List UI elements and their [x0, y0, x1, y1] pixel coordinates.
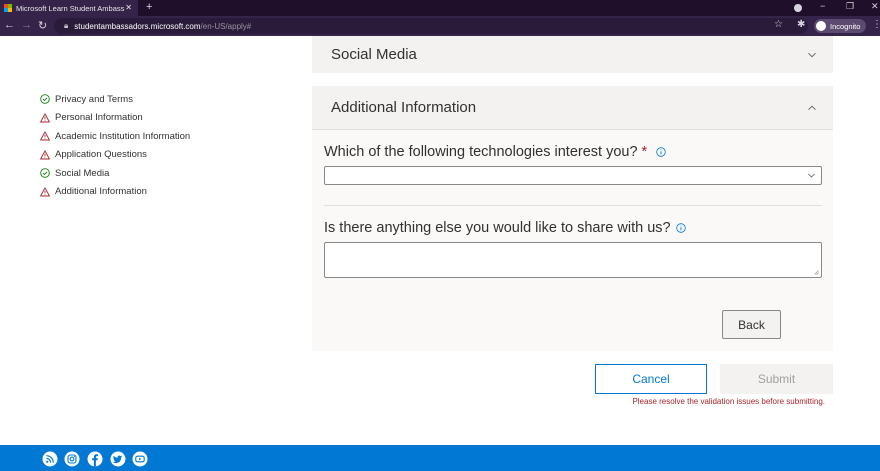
browser-tab[interactable]: Microsoft Learn Student Ambass ✕ — [0, 0, 138, 16]
browser-menu-icon[interactable]: ⋮ — [872, 19, 880, 30]
facebook-icon[interactable] — [87, 451, 103, 467]
bookmark-star-icon[interactable]: ☆ — [774, 19, 783, 30]
step-label: Privacy and Terms — [55, 93, 133, 105]
microsoft-logo-icon — [4, 4, 12, 12]
divider — [324, 205, 822, 206]
step-social-media[interactable]: Social Media — [40, 164, 190, 183]
info-icon[interactable] — [656, 147, 666, 157]
window-close-icon[interactable]: ✕ — [871, 1, 879, 12]
browser-tabstrip: Microsoft Learn Student Ambass ✕ + − ❐ ✕ — [0, 0, 880, 16]
lock-icon: 🔒︎ — [64, 21, 69, 30]
instagram-icon[interactable] — [64, 451, 80, 467]
url-path: /en-US/apply# — [200, 21, 252, 31]
warning-icon — [40, 187, 50, 197]
incognito-label: Incognito — [830, 21, 861, 31]
share-question-label: Is there anything else you would like to… — [324, 220, 686, 236]
step-academic-institution-information[interactable]: Academic Institution Information — [40, 127, 190, 146]
footer-social-bar — [0, 445, 880, 471]
step-label: Academic Institution Information — [55, 130, 191, 142]
required-marker: * — [641, 144, 648, 160]
warning-icon — [40, 113, 50, 123]
reload-icon[interactable]: ↻ — [38, 19, 47, 32]
step-application-questions[interactable]: Application Questions — [40, 146, 190, 165]
maximize-icon[interactable]: ❐ — [846, 1, 854, 12]
warning-icon — [40, 131, 50, 141]
technologies-question-label: Which of the following technologies inte… — [324, 144, 666, 160]
info-icon[interactable] — [675, 223, 686, 233]
question-text: Which of the following technologies inte… — [324, 144, 638, 160]
additional-information-section: Additional Information Which of the foll… — [312, 86, 833, 351]
chevron-down-icon — [808, 173, 815, 178]
step-label: Application Questions — [55, 149, 147, 161]
application-steps: Privacy and Terms Personal Information A… — [40, 90, 190, 201]
step-personal-information[interactable]: Personal Information — [40, 109, 190, 128]
url-host: studentambassadors.microsoft.com — [74, 21, 201, 31]
close-tab-icon[interactable]: ✕ — [125, 3, 132, 12]
cancel-button[interactable]: Cancel — [595, 364, 707, 394]
additional-information-section-header[interactable]: Additional Information — [312, 86, 833, 130]
step-label: Social Media — [55, 167, 110, 179]
step-privacy-and-terms[interactable]: Privacy and Terms — [40, 90, 190, 109]
warning-icon — [40, 150, 50, 160]
chevron-down-icon — [808, 52, 816, 57]
rss-icon[interactable] — [42, 451, 58, 467]
section-title: Additional Information — [331, 99, 477, 116]
technologies-dropdown[interactable] — [324, 166, 822, 185]
check-circle-icon — [40, 168, 50, 179]
minimize-icon[interactable]: − — [820, 1, 825, 11]
share-textarea[interactable] — [324, 242, 822, 278]
extensions-icon[interactable]: ✱ — [797, 19, 805, 30]
new-tab-icon[interactable]: + — [146, 1, 152, 13]
tab-title: Microsoft Learn Student Ambass — [16, 3, 125, 13]
back-arrow-icon[interactable]: ← — [4, 19, 15, 31]
step-label: Additional Information — [55, 186, 147, 198]
back-button[interactable]: Back — [722, 310, 781, 339]
resize-handle-icon[interactable] — [814, 270, 819, 275]
twitter-icon[interactable] — [110, 451, 126, 467]
chevron-up-icon — [808, 105, 816, 110]
validation-message: Please resolve the validation issues bef… — [632, 397, 825, 406]
section-title: Social Media — [331, 46, 417, 63]
step-label: Personal Information — [55, 112, 143, 124]
browser-toolbar: ← → ↻ 🔒︎ studentambassadors.microsoft.co… — [0, 16, 880, 36]
youtube-icon[interactable] — [132, 451, 148, 467]
submit-button[interactable]: Submit — [720, 364, 833, 394]
incognito-badge[interactable]: Incognito — [814, 19, 867, 33]
forward-arrow-icon[interactable]: → — [21, 19, 32, 31]
step-additional-information[interactable]: Additional Information — [40, 183, 190, 202]
check-circle-icon — [40, 94, 50, 105]
question-text: Is there anything else you would like to… — [324, 220, 671, 236]
social-media-section-header[interactable]: Social Media — [312, 36, 833, 73]
incognito-icon — [816, 21, 826, 31]
address-bar[interactable]: 🔒︎ studentambassadors.microsoft.com/en-U… — [54, 18, 808, 34]
profile-icon[interactable] — [794, 4, 802, 12]
